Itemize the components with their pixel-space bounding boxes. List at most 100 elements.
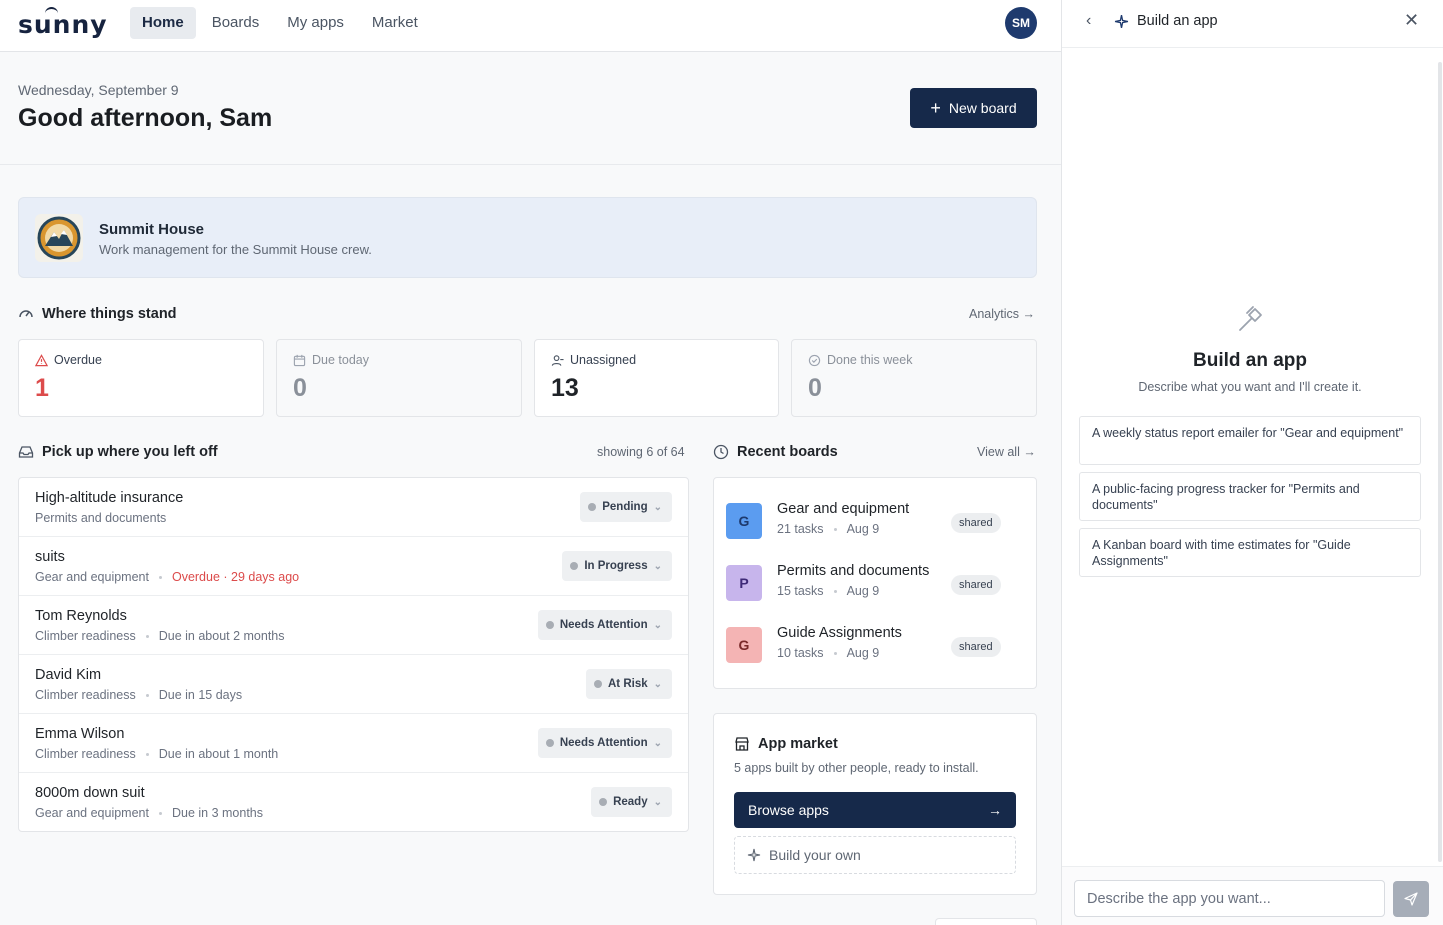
recent-boards-label: Recent boards xyxy=(737,444,838,460)
board-meta: 15 tasks Aug 9 xyxy=(777,584,879,598)
board-row[interactable]: G Guide Assignments 10 tasks Aug 9 shared xyxy=(726,621,1026,669)
task-meta: Gear and equipment Overdue · 29 days ago xyxy=(35,570,299,584)
stat-value: 0 xyxy=(293,374,307,402)
status-label: Needs Attention xyxy=(559,619,648,631)
app-market-label: App market xyxy=(758,736,838,752)
stat-label-text: Done this week xyxy=(827,353,913,367)
build-your-own-button[interactable]: Build your own xyxy=(734,836,1016,874)
task-title: Tom Reynolds xyxy=(35,608,127,624)
chevron-down-icon: ⌄ xyxy=(653,501,662,513)
nav-home[interactable]: Home xyxy=(130,7,196,39)
stat-card-done-this-week[interactable]: Done this week 0 xyxy=(791,339,1037,417)
suggestion-card[interactable]: A weekly status report emailer for "Gear… xyxy=(1079,416,1421,465)
task-board: Permits and documents xyxy=(35,511,167,525)
workspace-card[interactable]: Summit House Work management for the Sum… xyxy=(18,197,1037,278)
task-row[interactable]: David Kim Climber readiness Due in 15 day… xyxy=(19,655,688,714)
task-due: Due in 3 months xyxy=(171,806,263,820)
new-board-button[interactable]: + New board xyxy=(910,88,1037,128)
task-row[interactable]: Emma Wilson Climber readiness Due in abou… xyxy=(19,714,688,773)
stat-label: Due today xyxy=(293,353,369,367)
board-name: Guide Assignments xyxy=(777,625,902,641)
user-avatar[interactable]: SM xyxy=(1005,7,1037,39)
build-your-own-label: Build your own xyxy=(769,847,861,863)
task-title: Emma Wilson xyxy=(35,726,125,742)
view-all-link[interactable]: View all → xyxy=(977,445,1036,459)
status-label: Needs Attention xyxy=(559,737,648,749)
task-title: suits xyxy=(35,549,65,565)
workspace-logo xyxy=(35,214,83,262)
clock-icon xyxy=(713,444,729,460)
suggestion-card[interactable]: A public-facing progress tracker for "Pe… xyxy=(1079,472,1421,521)
task-title: 8000m down suit xyxy=(35,785,145,801)
panel-scrollbar[interactable] xyxy=(1438,62,1442,862)
gauge-icon xyxy=(19,310,33,318)
status-dropdown[interactable]: Pending ⌄ xyxy=(580,492,672,522)
suggestion-card[interactable]: A Kanban board with time estimates for "… xyxy=(1079,528,1421,577)
current-date: Wednesday, September 9 xyxy=(18,82,179,98)
status-dropdown[interactable]: Needs Attention ⌄ xyxy=(537,728,672,758)
task-row[interactable]: High-altitude insurance Permits and docu… xyxy=(19,478,688,537)
partial-card xyxy=(935,918,1037,925)
main-nav: Home Boards My apps Market xyxy=(130,7,434,39)
board-task-count: 15 tasks xyxy=(777,584,824,598)
analytics-link[interactable]: Analytics → xyxy=(969,307,1035,321)
stat-label-text: Overdue xyxy=(54,353,102,367)
status-dropdown[interactable]: In Progress ⌄ xyxy=(562,551,672,581)
chevron-down-icon: ⌄ xyxy=(653,737,662,749)
stat-label: Unassigned xyxy=(551,353,636,367)
task-meta: Climber readiness Due in 15 days xyxy=(35,688,242,702)
board-meta: 10 tasks Aug 9 xyxy=(777,646,879,660)
stats-section-title: Where things stand xyxy=(18,306,177,322)
brand-logo[interactable]: sunny xyxy=(18,7,108,39)
board-date: Aug 9 xyxy=(846,522,880,536)
panel-header: ‹ Build an app ✕ xyxy=(1062,0,1443,48)
task-due: Due in about 1 month xyxy=(158,747,279,761)
board-meta: 21 tasks Aug 9 xyxy=(777,522,879,536)
panel-title-label: Build an app xyxy=(1137,13,1218,29)
app-market-title: App market xyxy=(734,736,838,752)
status-dropdown[interactable]: Ready ⌄ xyxy=(591,787,672,817)
status-label: Pending xyxy=(602,501,648,513)
task-board: Gear and equipment xyxy=(35,570,149,584)
send-button[interactable] xyxy=(1393,881,1429,917)
board-row[interactable]: G Gear and equipment 21 tasks Aug 9 share… xyxy=(726,497,1026,545)
nav-boards[interactable]: Boards xyxy=(200,7,272,39)
board-date: Aug 9 xyxy=(846,584,880,598)
status-dropdown[interactable]: At Risk ⌄ xyxy=(585,669,672,699)
shared-badge: shared xyxy=(951,637,1001,657)
warning-icon xyxy=(35,353,48,366)
nav-my-apps[interactable]: My apps xyxy=(275,7,356,39)
arrow-right-icon: → xyxy=(1022,307,1036,321)
stat-card-unassigned[interactable]: Unassigned 13 xyxy=(534,339,779,417)
workspace-name: Summit House xyxy=(99,221,205,238)
chevron-down-icon: ⌄ xyxy=(653,678,662,690)
stat-card-due-today[interactable]: Due today 0 xyxy=(276,339,522,417)
task-row[interactable]: 8000m down suit Gear and equipment Due in… xyxy=(19,773,688,832)
app-description-input[interactable] xyxy=(1074,880,1385,917)
task-board: Climber readiness xyxy=(35,747,136,761)
status-dot-icon xyxy=(599,798,608,806)
user-minus-icon xyxy=(551,354,564,366)
calendar-icon xyxy=(293,354,306,366)
browse-apps-button[interactable]: Browse apps → xyxy=(734,792,1016,828)
nav-market[interactable]: Market xyxy=(360,7,430,39)
task-row[interactable]: suits Gear and equipment Overdue · 29 day… xyxy=(19,537,688,596)
status-label: Ready xyxy=(613,796,648,808)
task-due: Due in about 2 months xyxy=(158,629,285,643)
status-dropdown[interactable]: Needs Attention ⌄ xyxy=(537,610,672,640)
inbox-icon xyxy=(18,446,34,458)
task-row[interactable]: Tom Reynolds Climber readiness Due in abo… xyxy=(19,596,688,655)
task-board: Gear and equipment xyxy=(35,806,149,820)
chevron-left-icon[interactable]: ‹ xyxy=(1086,12,1091,30)
board-task-count: 10 tasks xyxy=(777,646,824,660)
status-label: At Risk xyxy=(607,678,648,690)
stat-label: Overdue xyxy=(35,353,102,367)
board-row[interactable]: P Permits and documents 15 tasks Aug 9 sh… xyxy=(726,559,1026,607)
shared-badge: shared xyxy=(951,575,1001,595)
task-due: Due in 15 days xyxy=(158,688,243,702)
status-dot-icon xyxy=(545,739,554,747)
stat-card-overdue[interactable]: Overdue 1 xyxy=(18,339,264,417)
close-icon[interactable]: ✕ xyxy=(1404,10,1419,31)
task-meta: Gear and equipment Due in 3 months xyxy=(35,806,263,820)
board-avatar: P xyxy=(726,565,762,601)
